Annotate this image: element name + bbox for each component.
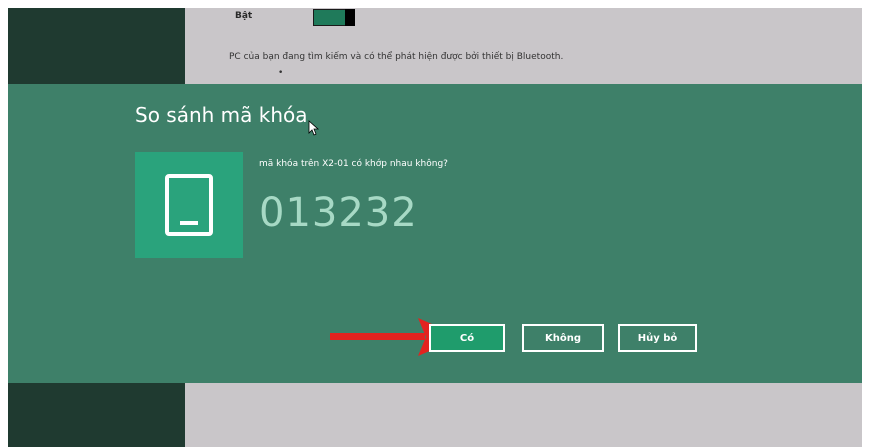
phone-icon bbox=[165, 174, 213, 236]
passkey-value: 013232 bbox=[259, 190, 418, 236]
yes-button[interactable]: Có bbox=[429, 324, 505, 352]
left-panel-top bbox=[8, 8, 185, 84]
status-dot: • bbox=[278, 68, 284, 78]
dialog-title: So sánh mã khóa bbox=[135, 103, 308, 127]
left-panel-bottom bbox=[8, 383, 185, 447]
compare-passkey-dialog: So sánh mã khóa mã khóa trên X2-01 có kh… bbox=[8, 84, 862, 383]
toggle-knob bbox=[345, 9, 355, 26]
bluetooth-toggle[interactable] bbox=[313, 9, 355, 26]
frame-right bbox=[862, 0, 870, 447]
frame-top bbox=[0, 0, 870, 8]
bluetooth-status-text: PC của bạn đang tìm kiếm và có thể phát … bbox=[229, 52, 564, 62]
no-button[interactable]: Không bbox=[522, 324, 604, 352]
passkey-prompt: mã khóa trên X2-01 có khớp nhau không? bbox=[259, 159, 448, 169]
mouse-cursor-icon bbox=[308, 120, 320, 136]
bluetooth-toggle-label: Bật bbox=[235, 11, 253, 21]
device-tile bbox=[135, 152, 243, 258]
frame-left bbox=[0, 0, 8, 447]
cancel-button[interactable]: Hủy bỏ bbox=[618, 324, 697, 352]
settings-panel-top bbox=[185, 8, 862, 84]
settings-panel-bottom bbox=[185, 383, 862, 447]
